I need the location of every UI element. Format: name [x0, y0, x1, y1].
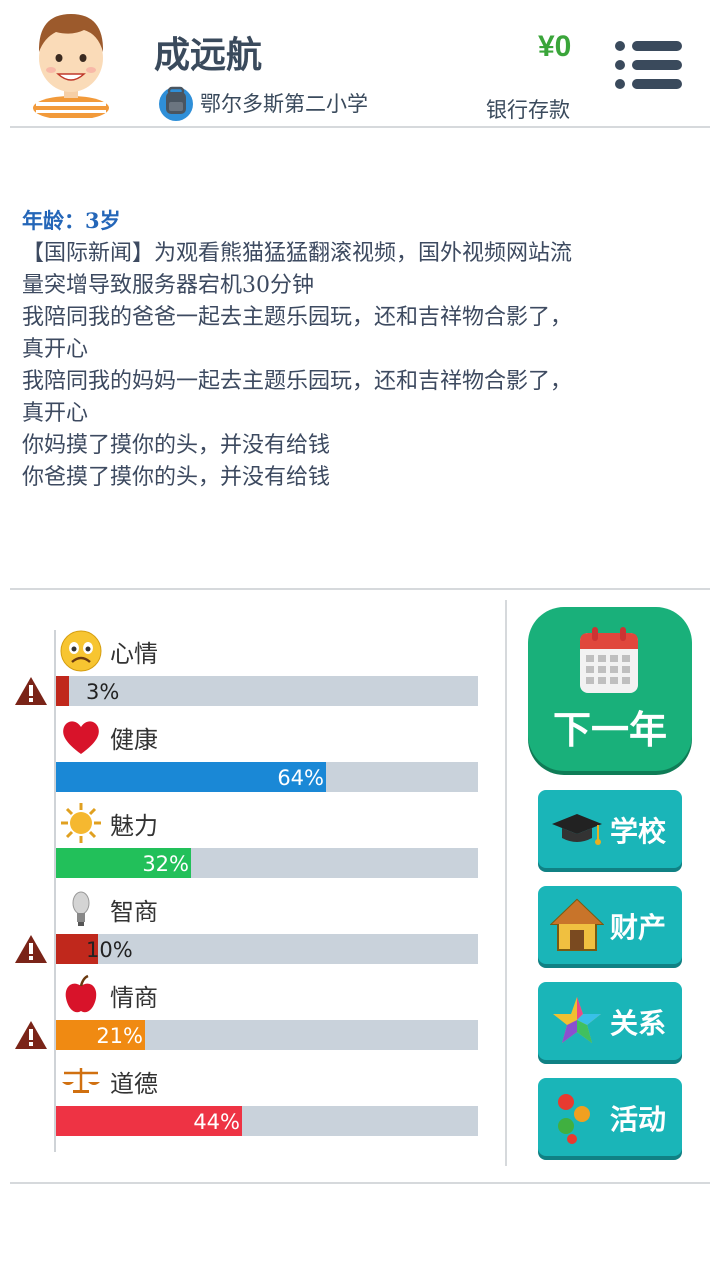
warning-icon [14, 1020, 48, 1050]
avatar[interactable] [28, 8, 114, 118]
stat-value: 3% [86, 680, 120, 704]
heart-icon [60, 716, 102, 758]
dots-icon [558, 1094, 590, 1144]
stat-value: 10% [86, 938, 133, 962]
header: 成远航 鄂尔多斯第二小学 ¥0 银行存款 [0, 0, 720, 128]
stat-iq: 智商 10% [0, 888, 500, 974]
worried-face-icon [60, 630, 102, 672]
stat-bar: 32% [56, 848, 478, 878]
stat-health: 健康 64% [0, 716, 500, 802]
property-button-label: 财产 [610, 911, 667, 944]
stat-label: 健康 [110, 726, 158, 754]
house-icon [550, 898, 604, 951]
property-button[interactable]: 财产 [538, 886, 682, 964]
player-name: 成远航 [154, 35, 263, 76]
panel-divider [505, 600, 507, 1166]
activities-button[interactable]: 活动 [538, 1078, 682, 1156]
stat-value: 32% [142, 852, 189, 876]
stat-label: 魅力 [110, 812, 158, 840]
event-log[interactable]: 年龄：3岁 【国际新闻】为观看熊猫猛猛翻滚视频，国外视频网站流 量突增导致服务器… [22, 196, 702, 578]
school-info[interactable]: 鄂尔多斯第二小学 [158, 84, 368, 122]
stat-bar-fill [56, 676, 69, 706]
log-line: 我陪同我的爸爸一起去主题乐园玩，还和吉祥物合影了， [22, 305, 573, 330]
school-name: 鄂尔多斯第二小学 [200, 92, 368, 116]
log-line: 我陪同我的妈妈一起去主题乐园玩，还和吉祥物合影了， [22, 369, 573, 394]
stat-label: 情商 [110, 984, 158, 1012]
log-line: 你妈摸了摸你的头，并没有给钱 [22, 433, 331, 458]
calendar-icon [580, 627, 638, 693]
stat-morality: 道德 44% [0, 1060, 500, 1146]
log-line: 你爸摸了摸你的头，并没有给钱 [22, 465, 331, 490]
stat-label: 心情 [110, 640, 158, 668]
log-line: 量突增导致服务器宕机30分钟 [22, 273, 314, 298]
relations-button-label: 关系 [610, 1007, 667, 1040]
log-divider [10, 588, 710, 590]
star-icon [553, 997, 601, 1043]
next-year-button[interactable]: 下一年 [528, 607, 692, 771]
graduation-cap-icon [552, 814, 602, 845]
menu-icon[interactable] [612, 38, 684, 92]
warning-icon [14, 676, 48, 706]
log-line: 真开心 [22, 401, 89, 426]
bank-balance-label: 银行存款 [486, 98, 570, 122]
stat-charm: 魅力 32% [0, 802, 500, 888]
sun-icon [60, 802, 102, 844]
log-line: 【国际新闻】为观看熊猫猛猛翻滚视频，国外视频网站流 [22, 241, 573, 266]
school-button-label: 学校 [610, 815, 667, 848]
relations-button[interactable]: 关系 [538, 982, 682, 1060]
stat-label: 道德 [110, 1070, 158, 1098]
stat-mood: 心情 3% [0, 630, 500, 716]
stat-bar: 10% [56, 934, 478, 964]
stat-bar: 64% [56, 762, 478, 792]
activities-button-label: 活动 [610, 1103, 667, 1136]
stat-label: 智商 [110, 898, 158, 926]
stat-value: 44% [193, 1110, 240, 1134]
stat-bar: 21% [56, 1020, 478, 1050]
stat-eq: 情商 21% [0, 974, 500, 1060]
backpack-icon [159, 86, 193, 121]
school-button[interactable]: 学校 [538, 790, 682, 868]
next-year-label: 下一年 [552, 708, 667, 752]
lightbulb-icon [60, 888, 102, 930]
warning-icon [14, 934, 48, 964]
stat-bar: 44% [56, 1106, 478, 1136]
header-divider [10, 126, 710, 128]
stat-value: 64% [277, 766, 324, 790]
log-age-heading: 年龄：3岁 [22, 208, 121, 233]
bank-balance: ¥0 [538, 30, 572, 63]
footer-divider [10, 1182, 710, 1184]
stat-value: 21% [96, 1024, 143, 1048]
scales-icon [60, 1060, 102, 1102]
log-line: 真开心 [22, 337, 89, 362]
stat-bar: 3% [56, 676, 478, 706]
apple-icon [60, 974, 102, 1016]
